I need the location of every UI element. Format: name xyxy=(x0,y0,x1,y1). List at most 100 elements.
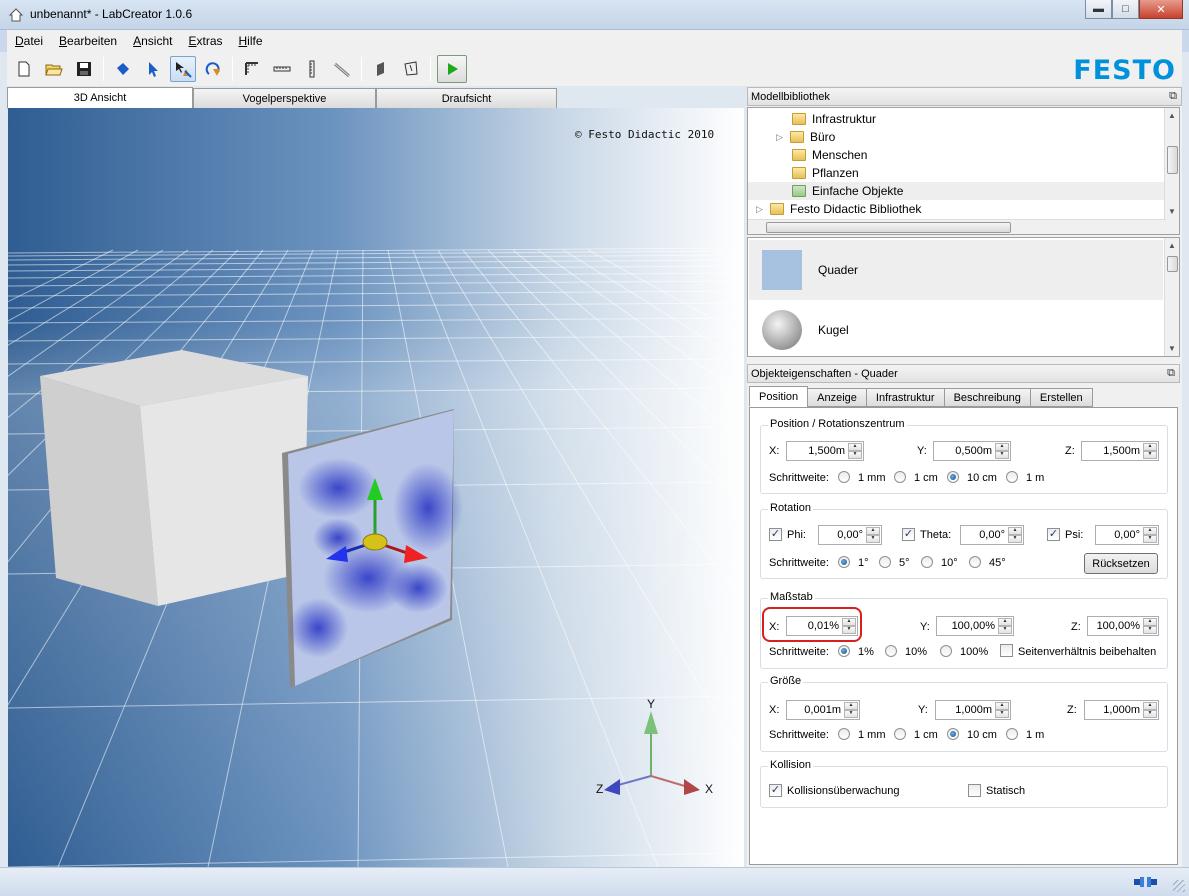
rotation-step-45-radio[interactable] xyxy=(969,556,981,568)
pointer-button[interactable] xyxy=(140,56,166,82)
position-step-10cm-radio[interactable] xyxy=(947,471,959,483)
size-x-input[interactable]: 0,001m ▲ ▼ xyxy=(786,700,860,720)
collision-monitor-checkbox[interactable]: ✓ xyxy=(769,784,782,797)
expand-arrow-icon[interactable]: ▷ xyxy=(756,204,766,215)
size-y-input[interactable]: 1,000m ▲ ▼ xyxy=(935,700,1011,720)
save-button[interactable] xyxy=(71,56,97,82)
tree-item-menschen[interactable]: Menschen xyxy=(748,146,1166,164)
ruler-vertical-button[interactable] xyxy=(299,56,325,82)
3d-viewport[interactable]: Y Z X © Festo Didactic 2010 xyxy=(8,108,744,867)
size-step-1m-radio[interactable] xyxy=(1006,728,1018,740)
tab-erstellen[interactable]: Erstellen xyxy=(1029,388,1093,407)
keep-ratio-checkbox[interactable] xyxy=(1000,644,1013,657)
tree-item-pflanzen[interactable]: Pflanzen xyxy=(748,164,1166,182)
new-file-icon xyxy=(18,61,30,77)
menu-hilfe[interactable]: Hilfe xyxy=(239,34,263,48)
polygon-button[interactable] xyxy=(398,56,424,82)
rotation-step-5-radio[interactable] xyxy=(879,556,891,568)
rotation-step-10-radio[interactable] xyxy=(921,556,933,568)
tree-item-festo-bibliothek[interactable]: ▷ Festo Didactic Bibliothek xyxy=(748,200,1166,218)
position-step-1m-radio[interactable] xyxy=(1006,471,1018,483)
size-z-input[interactable]: 1,000m ▲ ▼ xyxy=(1084,700,1159,720)
tab-3d-view[interactable]: 3D Ansicht xyxy=(7,87,193,109)
scale-x-highlight xyxy=(762,607,862,642)
measure-corner-button[interactable] xyxy=(239,56,265,82)
grey-cube[interactable] xyxy=(40,350,308,606)
rotation-phi-input[interactable]: 0,00° ▲ ▼ xyxy=(818,525,882,545)
close-button[interactable]: ✕ xyxy=(1139,0,1183,19)
model-list-scrollbar[interactable]: ▲ ▼ xyxy=(1164,238,1179,356)
scale-step-1-radio[interactable] xyxy=(838,645,850,657)
position-y-input[interactable]: 0,500m ▲ ▼ xyxy=(933,441,1011,461)
tree-item-infrastruktur[interactable]: Infrastruktur xyxy=(748,110,1166,128)
model-item-quader[interactable]: Quader xyxy=(749,240,1163,300)
tab-anzeige[interactable]: Anzeige xyxy=(807,388,867,407)
properties-tabs: Position Anzeige Infrastruktur Beschreib… xyxy=(749,386,1093,407)
select-blue-button[interactable] xyxy=(110,56,136,82)
group-collision: Kollision ✓ Kollisionsüberwachung Statis… xyxy=(760,759,1168,808)
rotation-step-1-radio[interactable] xyxy=(838,556,850,568)
tree-item-buero[interactable]: ▷ Büro xyxy=(748,128,1166,146)
position-x-input[interactable]: 1,500m ▲ ▼ xyxy=(786,441,864,461)
theta-checkbox[interactable]: ✓ xyxy=(902,528,915,541)
measure-diagonal-icon xyxy=(334,62,350,78)
psi-checkbox[interactable]: ✓ xyxy=(1047,528,1060,541)
properties-dock-title: Objekteigenschaften - Quader ⧉ xyxy=(747,364,1180,383)
tab-bird-view[interactable]: Vogelperspektive xyxy=(193,88,376,109)
group-size: Größe X: 0,001m ▲ ▼ Y: 1,000m ▲ ▼ Z: 1,000m ▲… xyxy=(760,675,1168,752)
size-step-1mm-radio[interactable] xyxy=(838,728,850,740)
folder-icon xyxy=(792,113,806,125)
menu-datei[interactable]: Datei xyxy=(15,34,43,48)
move-tool-button[interactable] xyxy=(170,56,196,82)
tree-item-einfache-objekte[interactable]: Einfache Objekte xyxy=(748,182,1166,200)
new-file-button[interactable] xyxy=(11,56,37,82)
ruler-horizontal-button[interactable] xyxy=(269,56,295,82)
dock-restore-icon[interactable]: ⧉ xyxy=(1167,367,1175,380)
rotation-theta-input[interactable]: 0,00° ▲ ▼ xyxy=(960,525,1024,545)
reset-rotation-button[interactable]: Rücksetzen xyxy=(1084,553,1158,574)
play-icon xyxy=(448,63,458,75)
dock-restore-icon[interactable]: ⧉ xyxy=(1169,90,1177,103)
tree-vertical-scrollbar[interactable]: ▲ ▼ xyxy=(1164,108,1179,234)
simulation-play-button[interactable] xyxy=(437,55,467,83)
3d-scene[interactable]: Y Z X xyxy=(8,108,744,867)
position-z-input[interactable]: 1,500m ▲ ▼ xyxy=(1081,441,1159,461)
library-tree[interactable]: Infrastruktur ▷ Büro Menschen Pflanzen E… xyxy=(747,107,1180,235)
resize-grip[interactable] xyxy=(1173,880,1185,892)
rotation-psi-input[interactable]: 0,00° ▲ ▼ xyxy=(1095,525,1159,545)
wall-button[interactable] xyxy=(368,56,394,82)
rotate-tool-button[interactable] xyxy=(200,56,226,82)
open-button[interactable] xyxy=(41,56,67,82)
rotate-tool-icon xyxy=(205,62,220,76)
size-step-10cm-radio[interactable] xyxy=(947,728,959,740)
size-step-1cm-radio[interactable] xyxy=(894,728,906,740)
menu-extras[interactable]: Extras xyxy=(188,34,222,48)
scale-step-100-radio[interactable] xyxy=(940,645,952,657)
static-checkbox[interactable] xyxy=(968,784,981,797)
scale-step-10-radio[interactable] xyxy=(885,645,897,657)
status-bar xyxy=(0,867,1189,896)
library-title: Modellbibliothek xyxy=(751,90,830,103)
group-scale: Maßstab X: 0,01% ▲ ▼ Y: 100,00% ▲ ▼ Z: 100,0… xyxy=(760,591,1168,669)
phi-checkbox[interactable]: ✓ xyxy=(769,528,782,541)
position-step-1mm-radio[interactable] xyxy=(838,471,850,483)
tab-infrastruktur[interactable]: Infrastruktur xyxy=(865,388,945,407)
scale-z-input[interactable]: 100,00% ▲ ▼ xyxy=(1087,616,1159,636)
folder-icon xyxy=(790,131,804,143)
axis-label-z: Z xyxy=(596,782,603,796)
measure-diagonal-button[interactable] xyxy=(329,56,355,82)
menu-bearbeiten[interactable]: Bearbeiten xyxy=(59,34,117,48)
tree-horizontal-scrollbar[interactable] xyxy=(748,219,1166,234)
model-list[interactable]: Quader Kugel ▲ ▼ xyxy=(747,237,1180,357)
minimize-button[interactable]: ▬ xyxy=(1085,0,1112,19)
tab-position[interactable]: Position xyxy=(749,386,809,407)
maximize-button[interactable]: □ xyxy=(1112,0,1139,19)
model-item-kugel[interactable]: Kugel xyxy=(749,300,1163,356)
tab-beschreibung[interactable]: Beschreibung xyxy=(943,388,1031,407)
menu-ansicht[interactable]: Ansicht xyxy=(133,34,172,48)
scale-y-input[interactable]: 100,00% ▲ ▼ xyxy=(936,616,1014,636)
expand-arrow-icon[interactable]: ▷ xyxy=(776,132,786,143)
wall-icon xyxy=(377,62,384,76)
position-step-1cm-radio[interactable] xyxy=(894,471,906,483)
tab-top-view[interactable]: Draufsicht xyxy=(376,88,557,109)
